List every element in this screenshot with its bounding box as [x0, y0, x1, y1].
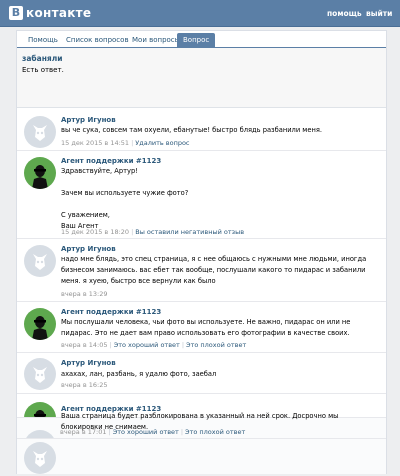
message-author[interactable]: Артур Игунов	[61, 245, 116, 253]
message-item: Артур Игунов ахахах, лан, разбань, я уда…	[17, 354, 386, 394]
message-text: ахахах, лан, разбань, я удалю фото, заеб…	[61, 370, 217, 378]
good-answer-link[interactable]: Это хороший ответ	[113, 428, 179, 436]
support-question-card: Помощь Список вопросов Мои вопросы Вопро…	[16, 30, 387, 474]
question-status: Есть ответ.	[22, 66, 64, 74]
logo-text: контакте	[26, 6, 92, 20]
feedback-left-link[interactable]: Вы оставили негативный отзыв	[135, 228, 244, 236]
message-item: Агент поддержки #1123 Здравствуйте, Арту…	[17, 152, 386, 239]
message-item: Артур Игунов вы че сука, совсем там охуе…	[17, 109, 386, 151]
logo-letter: В	[9, 6, 23, 20]
default-avatar-icon	[24, 442, 56, 474]
message-item: Агент поддержки #1123 Мы послушали челов…	[17, 303, 386, 353]
message-text: вы че сука, совсем там охуели, ебанутые!…	[61, 126, 322, 134]
logout-link[interactable]: выйти	[366, 9, 392, 18]
message-meta: 15 дек 2015 в 18:20 | Вы оставили негативн…	[61, 228, 245, 236]
question-title: забаняли	[22, 54, 63, 63]
message-meta: 15 дек 2015 в 14:51 | Удалить вопрос	[61, 139, 190, 147]
bad-answer-link[interactable]: Это плохой ответ	[185, 428, 245, 436]
message-text: надо мне блядь, это спец страница, я с н…	[61, 255, 367, 285]
agent-avatar-icon[interactable]	[24, 308, 56, 340]
tab-bar: Помощь Список вопросов Мои вопросы Вопро…	[17, 31, 386, 48]
message-meta: вчера в 17:01 | Это хороший ответ | Это плох…	[60, 428, 246, 436]
message-item: Артур Игунов надо мне блядь, это спец ст…	[17, 240, 386, 302]
tab-questions-list[interactable]: Список вопросов	[60, 33, 135, 47]
message-date: 15 дек 2015 в 14:51	[61, 139, 130, 147]
message-date: вчера в 14:05	[61, 341, 108, 349]
message-date: вчера в 17:01	[60, 428, 107, 436]
message-date: 15 дек 2015 в 18:20	[61, 228, 130, 236]
tab-question[interactable]: Вопрос	[177, 33, 216, 47]
tab-help[interactable]: Помощь	[22, 33, 64, 47]
message-author[interactable]: Агент поддержки #1123	[61, 308, 161, 316]
help-link[interactable]: помощь	[327, 9, 362, 18]
agent-avatar-icon[interactable]	[24, 157, 56, 189]
default-avatar-icon[interactable]	[24, 116, 56, 148]
top-bar: В контакте помощь выйти	[0, 0, 400, 27]
bad-answer-link[interactable]: Это плохой ответ	[186, 341, 246, 349]
message-date: вчера в 13:29	[61, 290, 108, 298]
vk-logo[interactable]: В контакте	[9, 6, 91, 20]
message-author[interactable]: Агент поддержки #1123	[61, 157, 161, 165]
default-avatar-icon[interactable]	[24, 245, 56, 277]
message-text: Мы послушали человека, чьи фото вы испол…	[61, 318, 351, 337]
message-author[interactable]: Артур Игунов	[61, 359, 116, 367]
message-date: вчера в 16:25	[61, 381, 108, 389]
message-text: Здравствуйте, Артур! Зачем вы использует…	[61, 167, 189, 230]
message-author[interactable]: Артур Игунов	[61, 116, 116, 124]
message-meta: вчера в 14:05 | Это хороший ответ | Это плох…	[61, 341, 247, 349]
good-answer-link[interactable]: Это хороший ответ	[114, 341, 180, 349]
question-header: забаняли Есть ответ.	[17, 48, 386, 108]
message-meta: вчера в 16:25	[61, 381, 107, 389]
default-avatar-icon[interactable]	[24, 358, 56, 390]
message-meta: вчера в 13:29	[61, 290, 107, 298]
delete-question-link[interactable]: Удалить вопрос	[135, 139, 189, 147]
reply-area	[17, 438, 386, 474]
